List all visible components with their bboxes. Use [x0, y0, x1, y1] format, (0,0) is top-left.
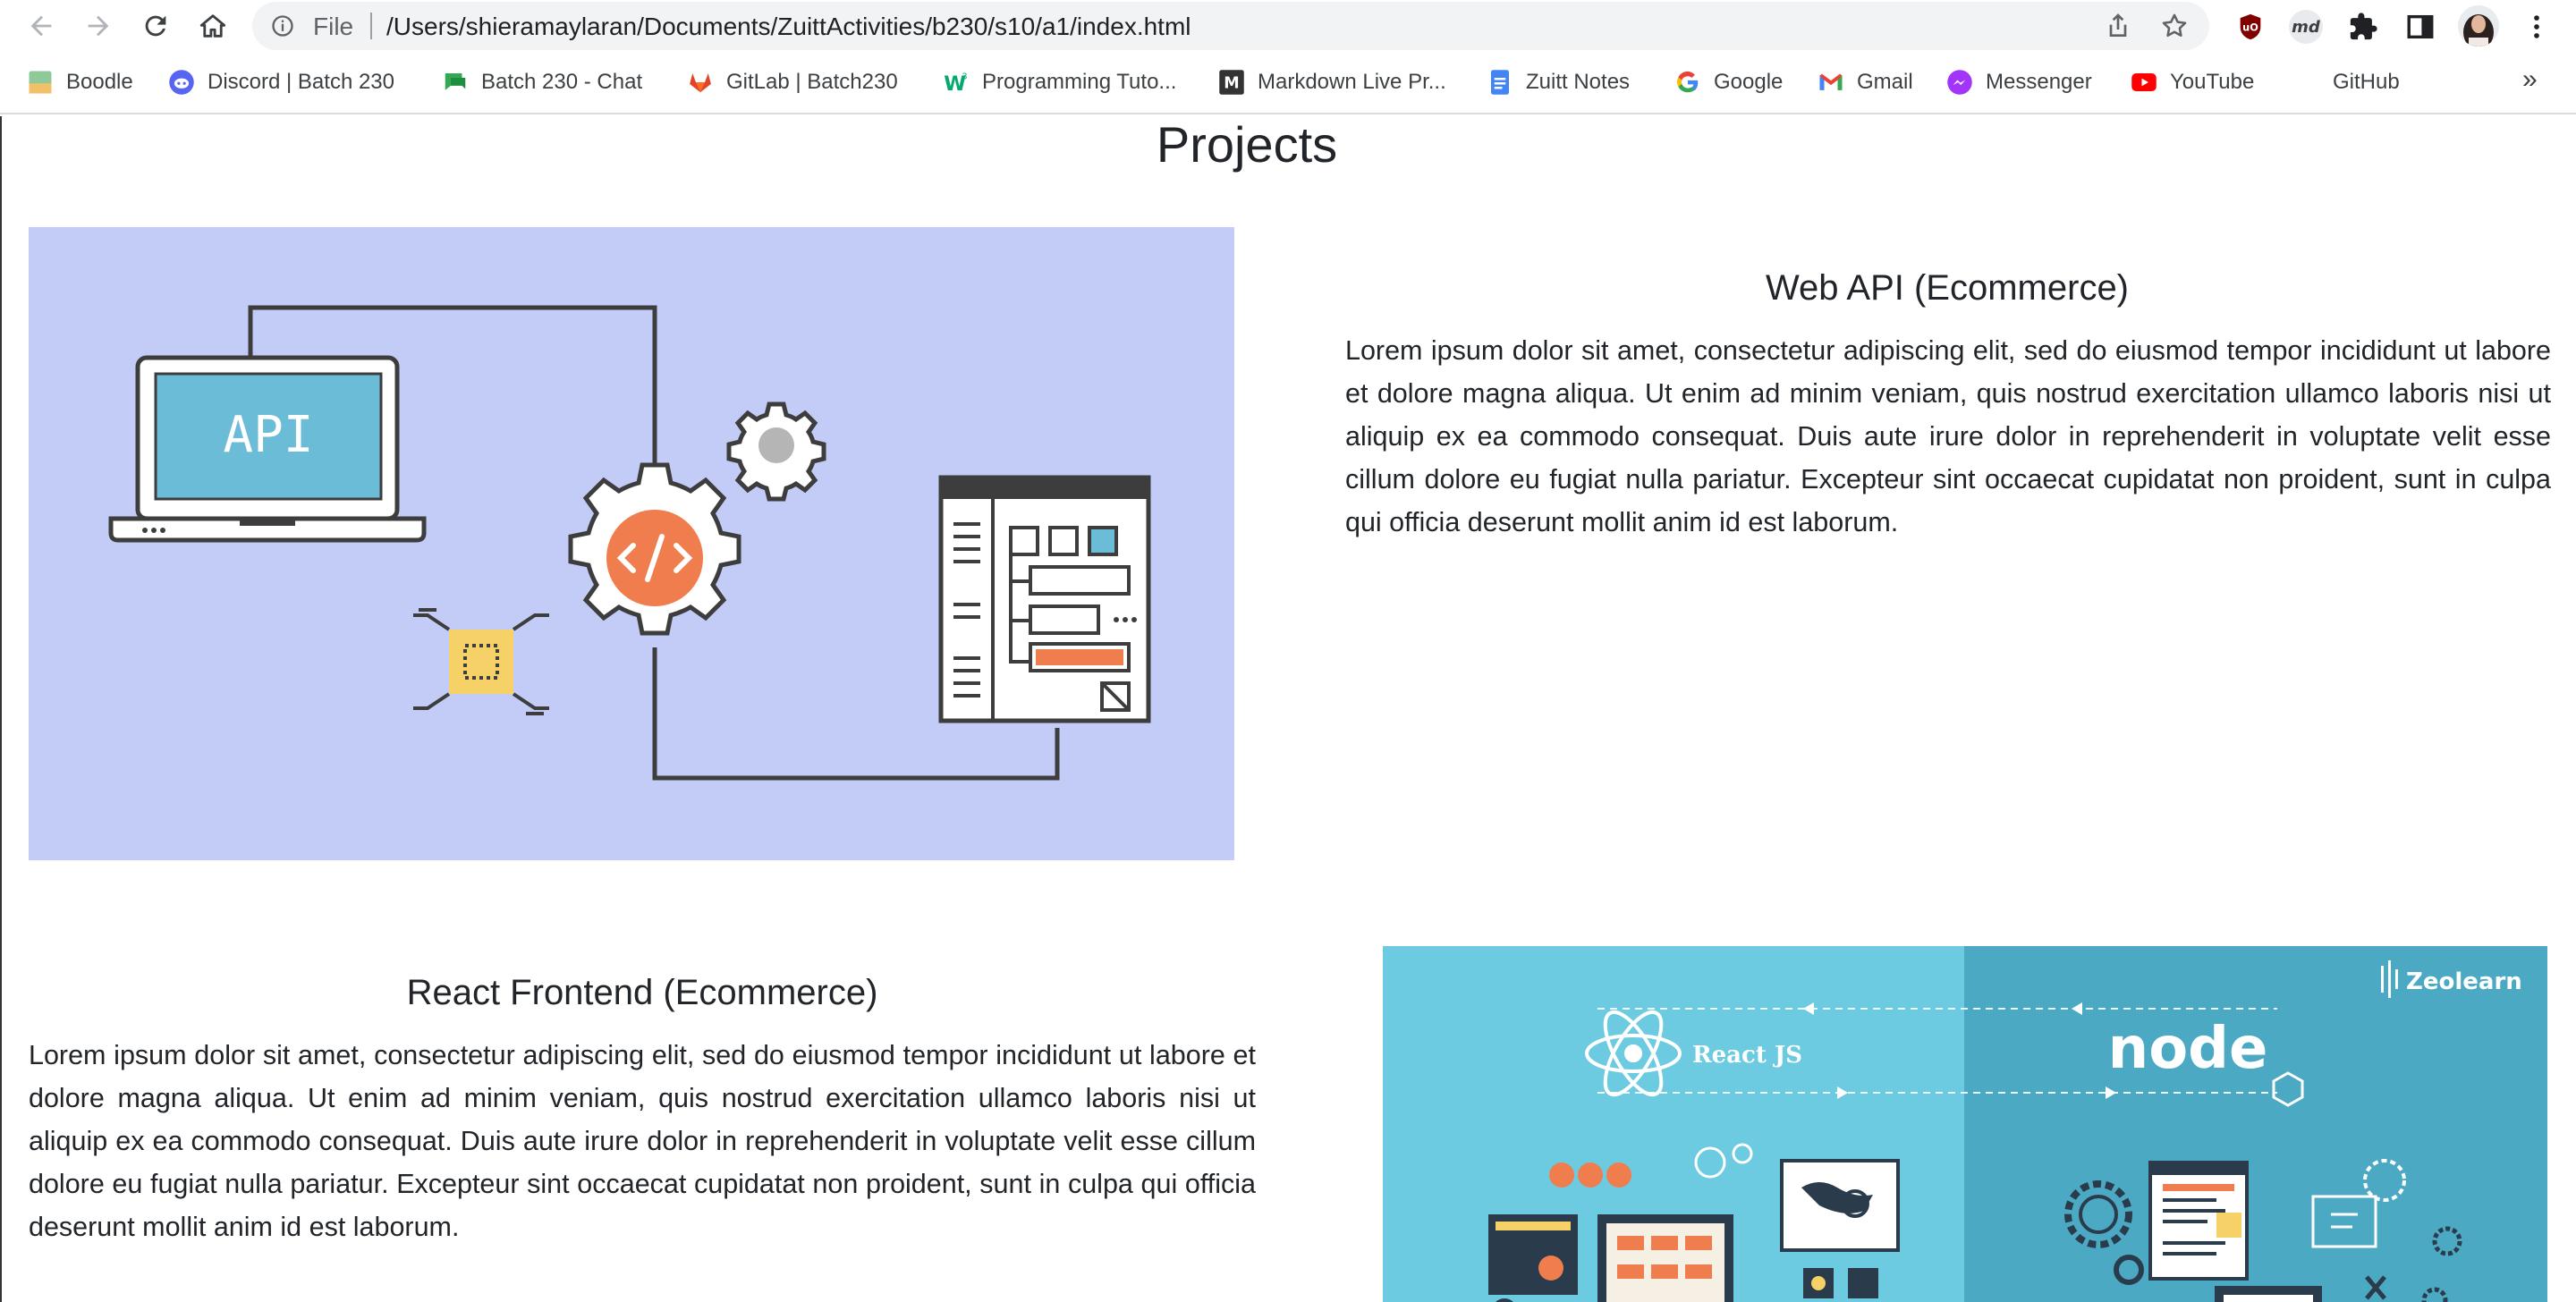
gitlab-icon [690, 73, 711, 93]
bookmark-chat[interactable]: Batch 230 - Chat [442, 64, 642, 100]
bookmark-label: Batch 230 - Chat [481, 70, 643, 94]
bookmark-label: Zuitt Notes [1526, 70, 1631, 94]
boodle-icon [29, 71, 52, 94]
project-description: Lorem ipsum dolor sit amet, consectetur … [29, 1040, 1256, 1242]
docs-icon [1491, 70, 1509, 95]
bookmark-label: GitLab | Batch230 [726, 70, 898, 94]
bookmark-label: Gmail [1857, 70, 1913, 94]
bookmark-google[interactable]: Google [1674, 64, 1783, 100]
md-icon: md [2289, 10, 2323, 44]
arrow-right-icon [88, 15, 109, 37]
info-icon[interactable] [270, 13, 295, 38]
bookmark-youtube[interactable]: YouTube [2131, 64, 2254, 100]
home-icon [199, 14, 226, 38]
api-project-image: API [29, 227, 1234, 860]
bookmark-messenger[interactable]: Messenger [1946, 64, 2092, 100]
forward-button[interactable] [77, 5, 120, 46]
discord-icon [169, 70, 194, 95]
svg-text:3: 3 [962, 72, 967, 81]
address-url[interactable]: /Users/shieramaylaran/Documents/ZuittAct… [386, 13, 1191, 41]
side-panel-icon [2407, 14, 2434, 39]
react-label: React JS [1692, 1042, 1802, 1069]
back-button[interactable] [20, 5, 63, 46]
browser-menu-button[interactable] [2519, 9, 2555, 45]
react-node-project-image: React JS node Zeolearn [1383, 946, 2547, 1302]
bookmark-gitlab[interactable]: GitLab | Batch230 [687, 64, 898, 100]
share-icon[interactable] [2104, 12, 2132, 40]
messenger-icon [1947, 70, 1972, 95]
bookmark-star-icon[interactable] [2159, 11, 2190, 41]
brand-label: Zeolearn [2406, 968, 2522, 995]
bookmark-label: Google [1714, 70, 1784, 94]
bookmarks-bar: Boodle Discord | Batch 230 Batch 230 - C… [0, 52, 2576, 114]
ublock-extension[interactable]: uO [2233, 9, 2268, 45]
api-illustration: API [108, 305, 1151, 781]
svg-text:M: M [1224, 74, 1239, 92]
arrow-left-icon [30, 15, 52, 37]
chat-icon [445, 73, 466, 90]
markdown-extension[interactable]: md [2288, 9, 2324, 45]
more-bookmarks-button[interactable]: » [2522, 64, 2538, 95]
react-node-illustration: React JS node Zeolearn [1383, 946, 2547, 1302]
bookmark-gmail[interactable]: Gmail [1818, 64, 1913, 100]
page-title: Projects [1156, 116, 1338, 173]
gmail-icon [1819, 73, 1843, 90]
reload-button[interactable] [134, 5, 177, 46]
side-panel-button[interactable] [2402, 9, 2438, 45]
node-logo-text: node [2108, 1016, 2268, 1082]
bookmark-label: Messenger [1986, 70, 2092, 94]
home-button[interactable] [191, 5, 234, 46]
profile-avatar[interactable] [2458, 5, 2499, 46]
bookmark-label: Boodle [66, 70, 133, 94]
kebab-menu-icon [2534, 15, 2539, 38]
address-scheme-label: File [313, 13, 354, 40]
browser-toolbar: File /Users/shieramaylaran/Documents/Zui… [0, 0, 2576, 52]
youtube-icon [2131, 73, 2157, 91]
api-image-text: API [223, 406, 313, 464]
svg-text:uO: uO [2242, 21, 2258, 33]
reload-icon [145, 15, 166, 37]
bookmark-label: Markdown Live Pr... [1258, 70, 1446, 94]
google-icon [1677, 71, 1699, 93]
bookmark-github[interactable]: GitHub [2293, 64, 2400, 100]
avatar-icon [2458, 5, 2499, 46]
bookmark-w3schools[interactable]: W3 Programming Tuto... [943, 64, 1176, 100]
address-divider [370, 13, 372, 39]
bookmark-boodle[interactable]: Boodle [27, 64, 133, 100]
project-title: Web API (Ecommerce) [1765, 268, 2130, 308]
ublock-icon: uO [2240, 13, 2261, 40]
project-title: React Frontend (Ecommerce) [406, 973, 878, 1012]
bookmark-label: Programming Tuto... [982, 70, 1177, 94]
bookmark-label: YouTube [2170, 70, 2255, 94]
project-description: Lorem ipsum dolor sit amet, consectetur … [1345, 335, 2551, 537]
address-bar[interactable]: File /Users/shieramaylaran/Documents/Zui… [252, 2, 2209, 50]
bookmark-label: Discord | Batch 230 [208, 70, 395, 94]
extensions-button[interactable] [2345, 9, 2381, 45]
page-viewport: Projects API Web API (Ecommerce) Lorem i… [0, 116, 2576, 1302]
puzzle-icon [2350, 13, 2377, 40]
w3schools-icon: W3 [944, 72, 967, 96]
bookmark-markdown[interactable]: M Markdown Live Pr... [1218, 64, 1446, 100]
bookmark-zuitt-notes[interactable]: Zuitt Notes [1487, 64, 1630, 100]
markdown-icon: M [1219, 70, 1244, 95]
bookmark-discord[interactable]: Discord | Batch 230 [168, 64, 394, 100]
bookmark-label: GitHub [2333, 70, 2400, 94]
